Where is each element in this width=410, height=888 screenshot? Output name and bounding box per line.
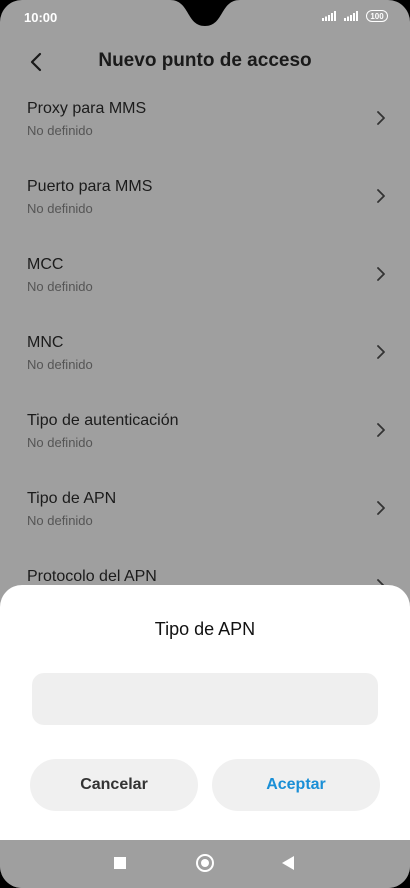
setting-value: No definido	[27, 357, 93, 372]
accept-button[interactable]: Aceptar	[212, 759, 380, 811]
phone-screen: 10:00 100 Nuevo punto de acceso Proxy pa…	[0, 0, 410, 888]
setting-mnc[interactable]: MNC No definido	[0, 322, 410, 400]
chevron-right-icon	[377, 501, 385, 515]
battery-icon: 100	[366, 10, 388, 22]
setting-title: Proxy para MMS	[27, 100, 147, 117]
setting-title: Tipo de autenticación	[27, 412, 179, 429]
setting-tipo-apn[interactable]: Tipo de APN No definido	[0, 478, 410, 556]
status-icons: 100	[322, 10, 388, 22]
setting-value: No definido	[27, 123, 93, 138]
apn-type-dialog: Tipo de APN Cancelar Aceptar	[0, 585, 410, 840]
setting-puerto-mms[interactable]: Puerto para MMS No definido	[0, 166, 410, 244]
setting-title: MCC	[27, 256, 64, 273]
setting-tipo-autenticacion[interactable]: Tipo de autenticación No definido	[0, 400, 410, 478]
setting-value: No definido	[27, 201, 93, 216]
chevron-right-icon	[377, 267, 385, 281]
home-circle-icon[interactable]	[196, 854, 214, 872]
setting-title: Puerto para MMS	[27, 178, 153, 195]
setting-title: Protocolo del APN	[27, 568, 157, 585]
signal-icon	[322, 11, 338, 21]
navigation-bar	[0, 840, 410, 888]
page-title: Nuevo punto de acceso	[98, 50, 312, 71]
chevron-right-icon	[377, 345, 385, 359]
apn-type-input[interactable]	[32, 673, 378, 725]
cancel-button[interactable]: Cancelar	[30, 759, 198, 811]
setting-value: No definido	[27, 279, 93, 294]
chevron-right-icon	[377, 423, 385, 437]
app-header: Nuevo punto de acceso	[0, 40, 410, 84]
status-bar: 10:00 100	[0, 0, 410, 36]
setting-value: No definido	[27, 435, 93, 450]
settings-list: Proxy para MMS No definido Puerto para M…	[0, 88, 410, 634]
chevron-right-icon	[377, 111, 385, 125]
setting-value: No definido	[27, 513, 93, 528]
recents-square-icon[interactable]	[114, 857, 126, 869]
setting-title: MNC	[27, 334, 64, 351]
setting-proxy-mms[interactable]: Proxy para MMS No definido	[0, 88, 410, 166]
setting-title: Tipo de APN	[27, 490, 117, 507]
dialog-title: Tipo de APN	[154, 619, 256, 639]
back-triangle-icon[interactable]	[282, 856, 294, 870]
setting-mcc[interactable]: MCC No definido	[0, 244, 410, 322]
status-time: 10:00	[24, 10, 58, 25]
chevron-right-icon	[377, 189, 385, 203]
signal-icon-2	[344, 11, 360, 21]
